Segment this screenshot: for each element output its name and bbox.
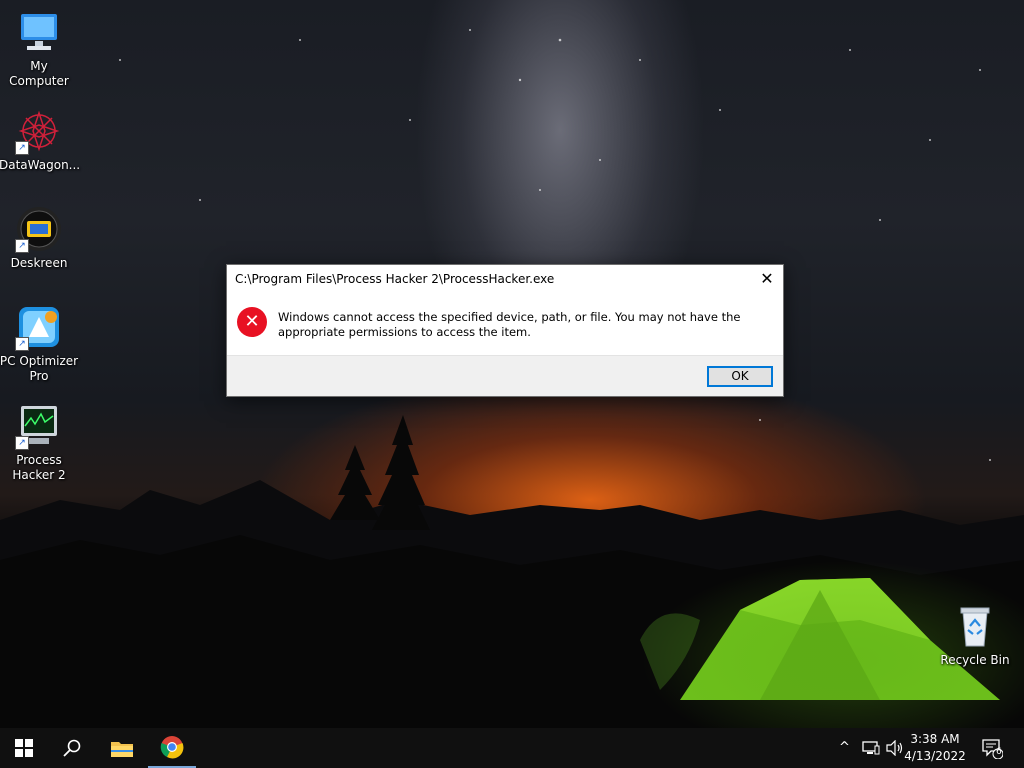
deskreen-icon: ↗ — [15, 205, 63, 253]
chrome-button[interactable] — [148, 728, 196, 768]
action-center-button[interactable]: 6 — [970, 728, 1014, 768]
chevron-up-icon[interactable]: ^ — [839, 740, 850, 755]
desktop-icon-deskreen[interactable]: ↗ Deskreen — [0, 205, 79, 271]
desktop-icon-label: PC Optimizer — [0, 354, 79, 368]
dialog-title: C:\Program Files\Process Hacker 2\Proces… — [235, 272, 555, 286]
error-icon: ✕ — [237, 307, 267, 337]
shortcut-arrow-icon: ↗ — [15, 337, 29, 351]
desktop-icon-process-hacker[interactable]: ↗ Process Hacker 2 — [0, 402, 79, 483]
dialog-footer: OK — [227, 355, 783, 396]
clock-date: 4/13/2022 — [904, 749, 966, 763]
chrome-icon — [160, 736, 184, 759]
dialog-message: Windows cannot access the specified devi… — [278, 310, 741, 339]
pc-optimizer-icon: ↗ — [15, 303, 63, 351]
desktop-icon-label: Process — [16, 453, 62, 467]
shortcut-arrow-icon: ↗ — [15, 239, 29, 253]
computer-icon — [15, 8, 63, 56]
network-icon[interactable] — [862, 740, 880, 760]
close-button[interactable]: ✕ — [751, 265, 783, 293]
desktop-icon-pc-optimizer[interactable]: ↗ PC Optimizer Pro — [0, 303, 79, 384]
desktop-icon-recycle-bin[interactable]: Recycle Bin — [935, 602, 1015, 668]
error-dialog: C:\Program Files\Process Hacker 2\Proces… — [226, 264, 784, 397]
notification-count: 6 — [996, 747, 1002, 757]
desktop-icon-label-line2: Hacker 2 — [12, 468, 66, 482]
start-icon — [15, 739, 33, 757]
search-icon — [63, 739, 81, 757]
desktop-icon-label: DataWagon... — [0, 158, 81, 172]
desktop-icon-label: Recycle Bin — [940, 653, 1010, 667]
shortcut-arrow-icon: ↗ — [15, 141, 29, 155]
file-explorer-icon — [111, 742, 133, 757]
datawagon-icon: ↗ — [15, 107, 63, 155]
desktop-icon-my-computer[interactable]: My Computer — [0, 8, 79, 89]
clock-time: 3:38 AM — [910, 732, 960, 746]
recycle-bin-icon — [951, 602, 999, 650]
taskbar: ^ 3:38 AM 4/13/2022 6 — [0, 728, 1024, 768]
ok-button[interactable]: OK — [707, 366, 773, 387]
start-button[interactable] — [0, 728, 48, 768]
close-icon: ✕ — [760, 269, 774, 288]
process-hacker-icon: ↗ — [15, 402, 63, 450]
desktop-icon-label: My Computer — [9, 59, 69, 88]
clock[interactable]: 3:38 AM 4/13/2022 — [900, 731, 970, 765]
file-explorer-button[interactable] — [98, 728, 146, 768]
search-button[interactable] — [48, 728, 96, 768]
desktop-icon-label-line2: Pro — [29, 369, 49, 383]
desktop-icon-label: Deskreen — [10, 256, 68, 270]
shortcut-arrow-icon: ↗ — [15, 436, 29, 450]
desktop-icon-datawagon[interactable]: ↗ DataWagon... — [0, 107, 81, 173]
